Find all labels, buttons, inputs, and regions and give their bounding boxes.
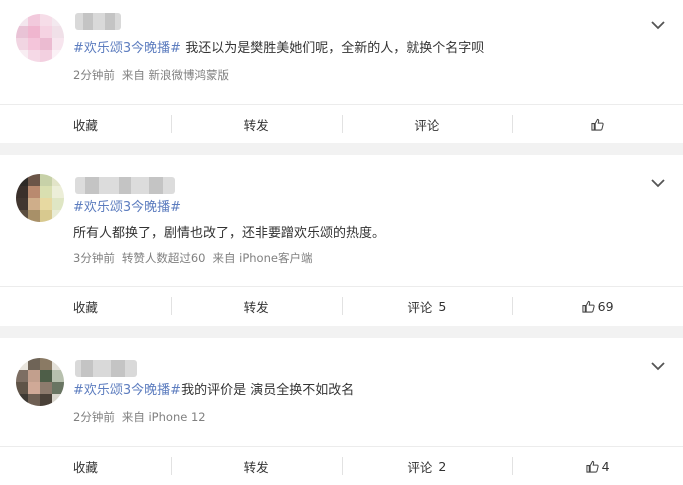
chevron-down-icon[interactable] <box>651 20 665 30</box>
comment-card: #欢乐颂3今晚播#我的评价是 演员全换不如改名 2分钟前 来自 iPhone 12… <box>0 338 683 485</box>
comment-text: #欢乐颂3今晚播# 我还以为是樊胜美她们呢，全新的人，就换个名字呗 <box>73 41 485 56</box>
avatar[interactable] <box>16 14 64 62</box>
chevron-down-icon[interactable] <box>651 178 665 188</box>
comment-count: 2 <box>438 458 447 474</box>
username-blurred[interactable] <box>75 360 137 377</box>
like-button[interactable] <box>512 105 683 143</box>
username-blurred[interactable] <box>75 177 175 194</box>
topic-link[interactable]: #欢乐颂3今晚播# <box>73 41 181 56</box>
action-bar: 收藏 转发 评论 2 4 <box>0 446 683 485</box>
action-bar: 收藏 转发 评论 <box>0 104 683 143</box>
comment-card: #欢乐颂3今晚播# 我还以为是樊胜美她们呢，全新的人，就换个名字呗 2分钟前 来自… <box>0 0 683 143</box>
collect-button[interactable]: 收藏 <box>0 447 171 485</box>
repost-button[interactable]: 转发 <box>170 287 342 325</box>
username-blurred[interactable] <box>75 13 121 30</box>
comment-button[interactable]: 评论 <box>341 105 513 143</box>
comment-button[interactable]: 评论 2 <box>341 447 513 485</box>
collect-button[interactable]: 收藏 <box>0 105 171 143</box>
repost-button[interactable]: 转发 <box>170 447 342 485</box>
action-bar: 收藏 转发 评论 5 69 <box>0 286 683 325</box>
topic-link[interactable]: #欢乐颂3今晚播# <box>73 383 181 398</box>
like-button[interactable]: 4 <box>512 447 683 485</box>
comment-text: 所有人都换了，剧情也改了，还非要蹭欢乐颂的热度。 <box>73 226 386 241</box>
avatar[interactable] <box>16 174 64 222</box>
comment-button[interactable]: 评论 5 <box>341 287 513 325</box>
like-count: 4 <box>601 458 610 474</box>
thumbs-up-icon <box>586 460 599 473</box>
comment-meta: 3分钟前 转赞人数超过60 来自 iPhone客户端 <box>73 251 313 265</box>
chevron-down-icon[interactable] <box>651 361 665 371</box>
comment-text: #欢乐颂3今晚播#我的评价是 演员全换不如改名 <box>73 383 355 398</box>
comment-meta: 2分钟前 来自 新浪微博鸿蒙版 <box>73 68 229 82</box>
repost-button[interactable]: 转发 <box>170 105 342 143</box>
comment-count: 5 <box>438 298 447 314</box>
comment-card: #欢乐颂3今晚播# 所有人都换了，剧情也改了，还非要蹭欢乐颂的热度。 3分钟前转… <box>0 155 683 326</box>
like-button[interactable]: 69 <box>512 287 683 325</box>
collect-button[interactable]: 收藏 <box>0 287 171 325</box>
thumbs-up-icon <box>591 118 604 131</box>
thumbs-up-icon <box>582 300 595 313</box>
like-count: 69 <box>597 298 614 314</box>
topic-link[interactable]: #欢乐颂3今晚播# <box>73 200 181 215</box>
comment-meta: 2分钟前 来自 iPhone 12 <box>73 410 206 424</box>
topic-line: #欢乐颂3今晚播# <box>73 199 181 217</box>
avatar[interactable] <box>16 358 64 406</box>
